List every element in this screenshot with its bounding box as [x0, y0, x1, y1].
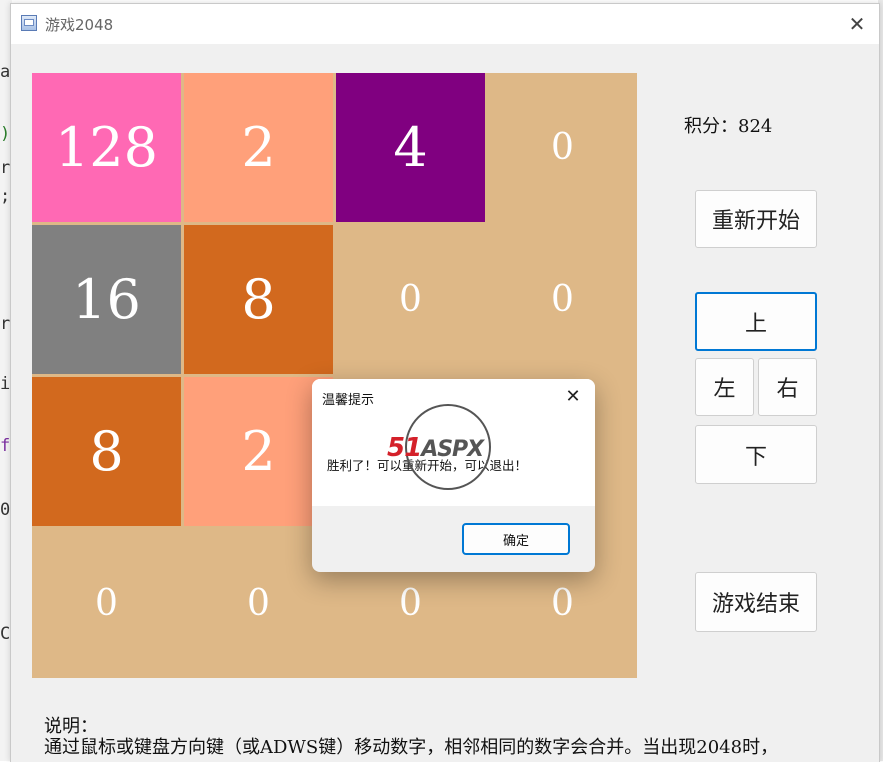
restart-button[interactable]: 重新开始: [695, 190, 817, 248]
instructions: 说明： 通过鼠标或键盘方向键（或ADWS键）移动数字，相邻相同的数字会合并。当出…: [44, 716, 778, 758]
dialog-close-button[interactable]: ✕: [561, 385, 585, 409]
game-board[interactable]: 128 2 4 0 16 8 0 0 8 2 0 0 0 0: [32, 73, 637, 678]
tile-r1-c3: 0: [488, 225, 637, 374]
watermark-logo: 51ASPX: [387, 433, 484, 463]
tile-r2-c0: 8: [32, 377, 181, 526]
tile-r1-c2: 0: [336, 225, 485, 374]
left-button[interactable]: 左: [695, 358, 754, 416]
tile-r1-c0: 16: [32, 225, 181, 374]
tile-r2-c1: 2: [184, 377, 333, 526]
tile-r0-c0: 128: [32, 73, 181, 222]
tile-r0-c2: 4: [336, 73, 485, 222]
tile-r1-c1: 8: [184, 225, 333, 374]
dialog-title: 温馨提示: [322, 393, 375, 408]
instructions-line: 通过鼠标或键盘方向键（或ADWS键）移动数字，相邻相同的数字会合并。当出现204…: [44, 737, 779, 758]
tile-r3-c1: 0: [184, 529, 333, 678]
end-game-button[interactable]: 游戏结束: [695, 572, 817, 632]
tile-r0-c1: 2: [184, 73, 333, 222]
right-button[interactable]: 右: [758, 358, 817, 416]
app-icon: [21, 15, 37, 31]
up-button[interactable]: 上: [695, 292, 817, 351]
score-label: 积分：824: [684, 116, 773, 137]
dialog-ok-button[interactable]: 确定: [462, 523, 570, 555]
instructions-heading: 说明：: [44, 716, 98, 737]
window-close-button[interactable]: ✕: [843, 10, 871, 38]
down-button[interactable]: 下: [695, 425, 817, 484]
window-title: 游戏2048: [45, 16, 114, 34]
title-bar: 游戏2048 ✕: [11, 4, 879, 44]
tile-r0-c3: 0: [488, 73, 637, 222]
tile-r3-c0: 0: [32, 529, 181, 678]
